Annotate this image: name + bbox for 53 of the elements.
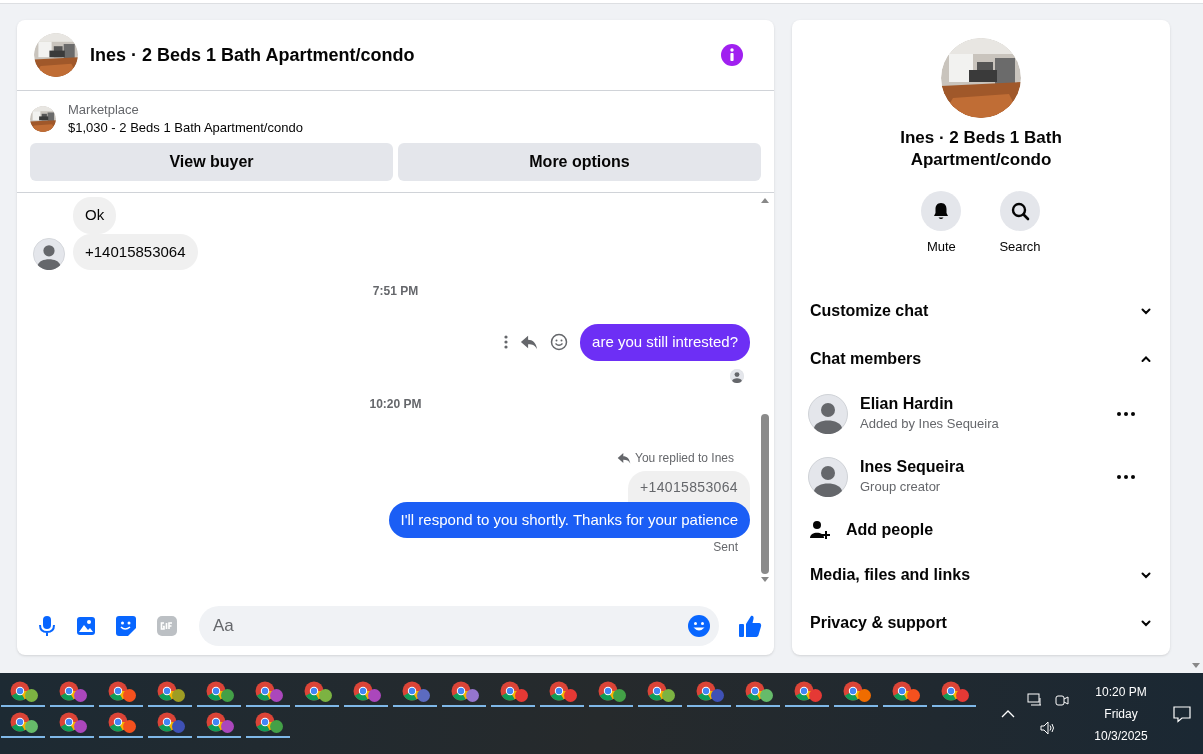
section-header[interactable]: Chat members	[792, 334, 1170, 383]
add-person-icon	[810, 519, 830, 540]
listing-source: Marketplace	[68, 101, 140, 119]
incoming-message: Ok	[73, 197, 117, 234]
image-icon[interactable]	[76, 616, 96, 636]
message-input[interactable]: Aa	[199, 606, 719, 646]
action-label: Mute	[926, 238, 956, 256]
section-header[interactable]: Privacy & support	[792, 598, 1170, 647]
action-label: Search	[999, 238, 1041, 256]
listing-description: $1,030 - 2 Beds 1 Bath Apartment/condo	[68, 119, 303, 137]
avatar-icon	[808, 394, 848, 434]
member-name: Elian Hardin	[860, 394, 955, 414]
more-vertical-icon[interactable]	[504, 335, 509, 350]
message-status: Sent	[713, 539, 739, 556]
notification-icon[interactable]	[1173, 704, 1191, 723]
action-button[interactable]	[921, 191, 962, 231]
info-icon[interactable]	[721, 44, 743, 66]
listing-action-button[interactable]: View buyer	[30, 143, 393, 181]
section-header[interactable]: Customize chat	[792, 286, 1170, 335]
camera-icon[interactable]	[1055, 692, 1069, 707]
member-role: Group creator	[860, 478, 942, 496]
search-icon	[1010, 201, 1030, 221]
member-name: Ines Sequeira	[860, 457, 966, 477]
timestamp: 7:51 PM	[372, 283, 419, 300]
member-role: Added by Ines Sequeira	[860, 415, 1000, 433]
sticker-icon[interactable]	[115, 615, 137, 637]
emoji-icon[interactable]	[687, 614, 711, 638]
clock[interactable]: 10:20 PM Friday 10/3/2025	[1081, 680, 1161, 747]
more-icon[interactable]	[1116, 411, 1136, 417]
avatar-icon	[730, 368, 744, 383]
scroll-up-icon[interactable]	[761, 197, 769, 203]
network-icon[interactable]	[1027, 692, 1043, 707]
avatar-icon	[33, 238, 65, 270]
add-people-button[interactable]: Add people	[846, 517, 934, 542]
more-icon[interactable]	[1116, 474, 1136, 480]
section-header[interactable]: Media, files and links	[792, 550, 1170, 599]
chat-title: Ines · 2 Beds 1 Bath Apartment/condo	[90, 43, 416, 67]
outgoing-message: I'll respond to you shortly. Thanks for your patience	[388, 501, 750, 538]
volume-icon[interactable]	[1040, 720, 1056, 735]
microphone-icon[interactable]	[37, 615, 57, 637]
details-title: Ines · 2 Beds 1 Bath Apartment/condo	[899, 127, 1063, 171]
chevron-up-icon[interactable]	[1001, 708, 1015, 719]
avatar-icon	[808, 457, 848, 497]
action-button[interactable]	[1000, 191, 1040, 231]
thumbs-up-icon[interactable]	[738, 614, 762, 638]
scroll-down-icon[interactable]	[761, 577, 769, 583]
timestamp: 10:20 PM	[369, 395, 422, 413]
reply-label: You replied to Ines	[635, 449, 734, 467]
scroll-down-icon[interactable]	[1192, 663, 1200, 669]
outgoing-message: are you still intrested?	[580, 324, 750, 361]
emoji-icon[interactable]	[550, 333, 569, 352]
listing-action-button[interactable]: More options	[398, 143, 761, 181]
incoming-message: +14015853064	[73, 233, 198, 270]
